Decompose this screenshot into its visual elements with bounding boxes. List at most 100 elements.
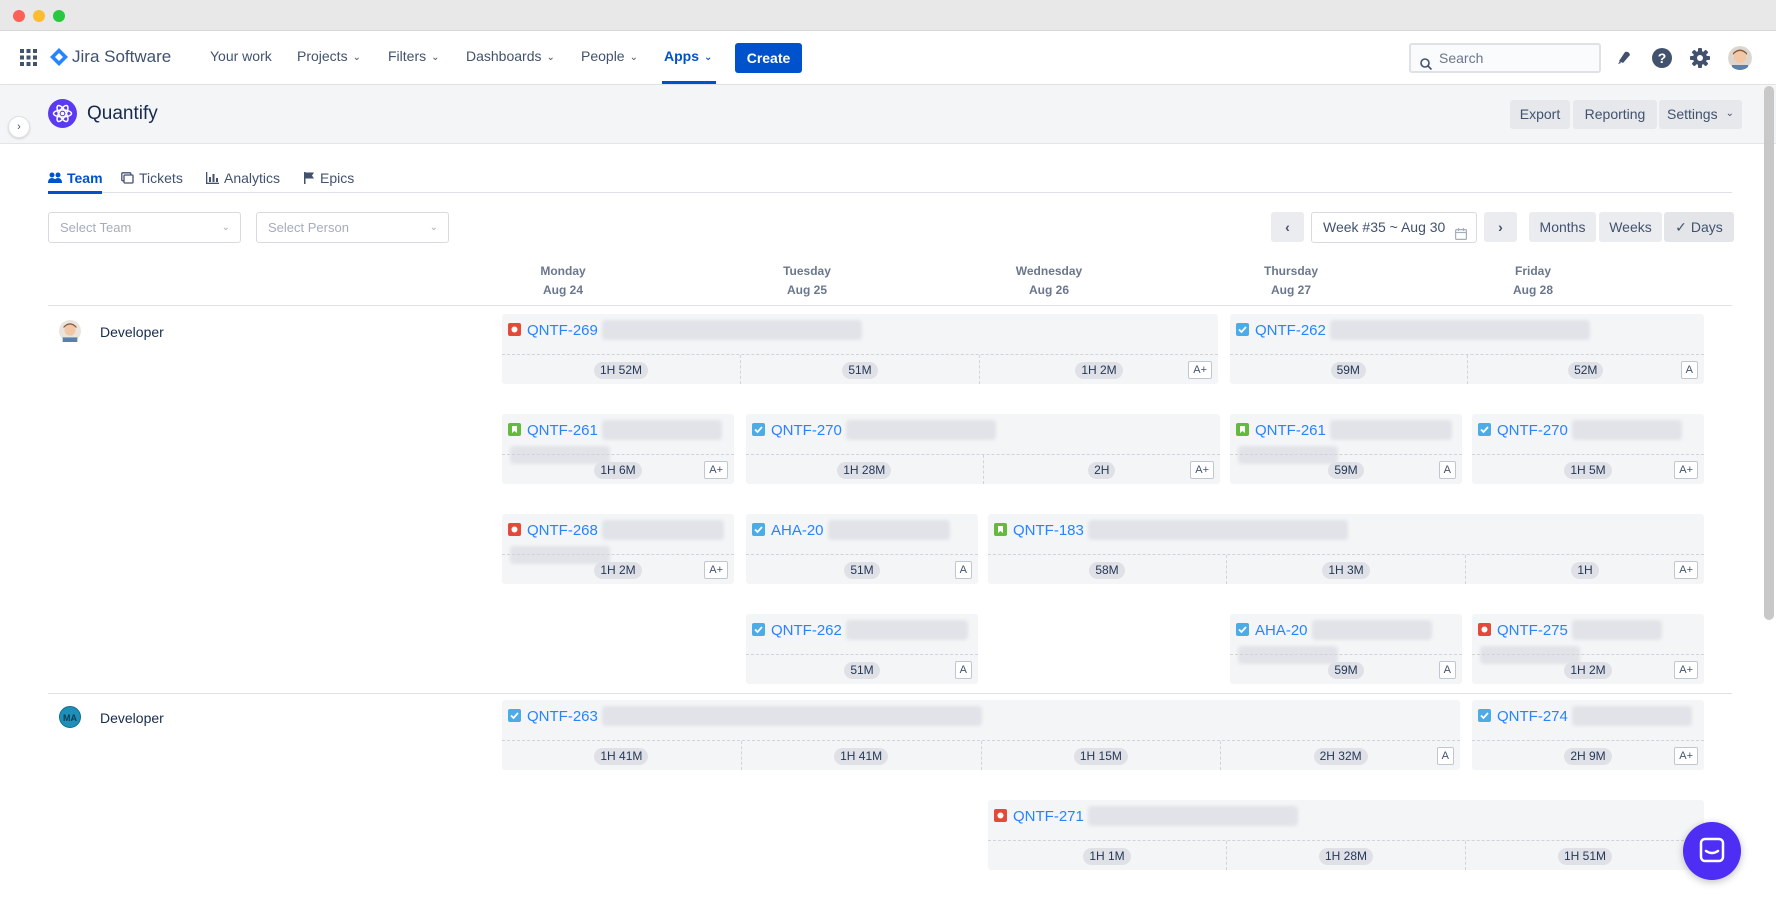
gear-icon[interactable] — [1688, 46, 1712, 70]
issue-time-row: 1H 5M A+ — [1472, 454, 1704, 484]
issue-card[interactable]: QNTF-261 1H 6M A+ — [502, 414, 734, 484]
add-worklog-button[interactable]: A — [1438, 461, 1456, 479]
issue-key-link[interactable]: QNTF-271 — [1013, 808, 1084, 825]
help-icon[interactable]: ? — [1650, 46, 1674, 70]
close-window-button[interactable] — [13, 10, 25, 22]
issue-key-link[interactable]: QNTF-263 — [527, 708, 598, 725]
logged-time-badge: 1H 1M — [1083, 848, 1131, 865]
minimize-window-button[interactable] — [33, 10, 45, 22]
nav-dashboards[interactable]: Dashboards ⌄ — [466, 48, 555, 64]
issue-key-link[interactable]: QNTF-275 — [1497, 622, 1568, 639]
story-icon — [1236, 423, 1249, 436]
issue-summary-redacted — [1087, 520, 1348, 540]
issue-card[interactable]: QNTF-262 51M A — [746, 614, 978, 684]
issue-key-link[interactable]: QNTF-270 — [771, 422, 842, 439]
tab-analytics[interactable]: Analytics — [206, 170, 280, 186]
select-team-dropdown[interactable]: Select Team ⌄ — [48, 212, 241, 243]
grid-icon[interactable] — [20, 49, 37, 66]
nav-people-label: People — [581, 48, 625, 64]
notification-icon[interactable] — [1612, 46, 1636, 70]
nav-your-work[interactable]: Your work — [210, 48, 272, 64]
bug-icon — [1478, 623, 1491, 636]
expand-sidebar-button[interactable]: › — [8, 116, 30, 138]
logged-time-badge: 51M — [842, 362, 878, 379]
issue-card[interactable]: QNTF-262 59M 52M A — [1230, 314, 1704, 384]
add-worklog-button[interactable]: A — [1438, 661, 1456, 679]
months-view-button[interactable]: Months — [1529, 212, 1596, 242]
tab-team[interactable]: Team — [48, 170, 103, 186]
tab-team-label: Team — [67, 170, 103, 186]
issue-key-link[interactable]: QNTF-274 — [1497, 708, 1568, 725]
add-worklog-button[interactable]: A — [954, 661, 972, 679]
issue-card[interactable]: QNTF-270 1H 28M 2H A+ — [746, 414, 1220, 484]
search-input[interactable]: Search — [1409, 43, 1601, 73]
jira-logo-icon[interactable] — [50, 48, 68, 66]
issue-key-link[interactable]: QNTF-261 — [1255, 422, 1326, 439]
issue-card[interactable]: QNTF-269 1H 52M 51M 1H 2M A+ — [502, 314, 1218, 384]
add-worklog-button[interactable]: A+ — [704, 561, 728, 579]
previous-week-button[interactable]: ‹ — [1271, 212, 1304, 242]
issue-key-link[interactable]: QNTF-261 — [527, 422, 598, 439]
issue-key-link[interactable]: AHA-20 — [1255, 622, 1308, 639]
scrollbar[interactable] — [1764, 86, 1774, 620]
nav-filters[interactable]: Filters ⌄ — [388, 48, 440, 64]
create-button[interactable]: Create — [735, 43, 802, 73]
issue-card[interactable]: QNTF-271 1H 1M 1H 28M 1H 51M — [988, 800, 1704, 870]
add-worklog-button[interactable]: A — [1436, 747, 1454, 765]
issue-card[interactable]: AHA-20 59M A — [1230, 614, 1462, 684]
task-icon — [1236, 623, 1249, 636]
issue-key-link[interactable]: QNTF-268 — [527, 522, 598, 539]
weeks-view-button[interactable]: Weeks — [1599, 212, 1662, 242]
zoom-window-button[interactable] — [53, 10, 65, 22]
issue-card[interactable]: QNTF-270 1H 5M A+ — [1472, 414, 1704, 484]
add-worklog-button[interactable]: A+ — [704, 461, 728, 479]
issue-card[interactable]: QNTF-263 1H 41M 1H 41M 1H 15M 2H 32M A — [502, 700, 1460, 770]
tab-tickets[interactable]: Tickets — [121, 170, 183, 186]
avatar: MA — [59, 706, 81, 728]
add-worklog-button[interactable]: A+ — [1190, 461, 1214, 479]
week-picker-field[interactable]: Week #35 ~ Aug 30 — [1311, 212, 1477, 243]
people-icon — [48, 172, 62, 183]
issue-card[interactable]: QNTF-274 2H 9M A+ — [1472, 700, 1704, 770]
settings-button[interactable]: Settings ⌄ — [1659, 100, 1742, 129]
issue-key-link[interactable]: QNTF-262 — [1255, 322, 1326, 339]
add-worklog-button[interactable]: A — [954, 561, 972, 579]
add-worklog-button[interactable]: A+ — [1188, 361, 1212, 379]
chat-button[interactable] — [1683, 822, 1741, 880]
issue-card[interactable]: QNTF-268 1H 2M A+ — [502, 514, 734, 584]
day-time-cell: 2H 9M A+ — [1472, 741, 1704, 770]
issue-time-row: 1H 52M 51M 1H 2M A+ — [502, 354, 1218, 384]
issue-card[interactable]: QNTF-261 59M A — [1230, 414, 1462, 484]
issue-time-row: 1H 2M A+ — [502, 554, 734, 584]
nav-apps[interactable]: Apps ⌄ — [664, 48, 712, 64]
select-person-dropdown[interactable]: Select Person ⌄ — [256, 212, 449, 243]
issue-card[interactable]: QNTF-275 1H 2M A+ — [1472, 614, 1704, 684]
reporting-button[interactable]: Reporting — [1573, 100, 1657, 129]
issue-summary-redacted — [827, 520, 950, 540]
logged-time-badge: 2H 32M — [1313, 748, 1368, 765]
issue-time-row: 51M A — [746, 554, 978, 584]
export-button[interactable]: Export — [1510, 100, 1570, 129]
nav-projects[interactable]: Projects ⌄ — [297, 48, 361, 64]
nav-people[interactable]: People ⌄ — [581, 48, 638, 64]
add-worklog-button[interactable]: A+ — [1674, 661, 1698, 679]
issue-key-link[interactable]: QNTF-270 — [1497, 422, 1568, 439]
product-name[interactable]: Jira Software — [72, 47, 171, 67]
issue-key-link[interactable]: QNTF-262 — [771, 622, 842, 639]
issue-card[interactable]: AHA-20 51M A — [746, 514, 978, 584]
days-view-button[interactable]: ✓ Days — [1664, 212, 1734, 242]
avatar[interactable] — [1728, 46, 1752, 70]
next-week-button[interactable]: › — [1484, 212, 1517, 242]
issue-key-link[interactable]: AHA-20 — [771, 522, 824, 539]
issue-card[interactable]: QNTF-183 58M 1H 3M 1H A+ — [988, 514, 1704, 584]
add-worklog-button[interactable]: A+ — [1674, 561, 1698, 579]
add-worklog-button[interactable]: A+ — [1674, 461, 1698, 479]
tab-epics[interactable]: Epics — [304, 170, 354, 186]
add-worklog-button[interactable]: A — [1680, 361, 1698, 379]
issue-key-link[interactable]: QNTF-269 — [527, 322, 598, 339]
select-person-placeholder: Select Person — [268, 220, 349, 235]
add-worklog-button[interactable]: A+ — [1674, 747, 1698, 765]
issue-key-link[interactable]: QNTF-183 — [1013, 522, 1084, 539]
chevron-right-icon: › — [17, 121, 21, 133]
day-time-cell: 1H 2M A+ — [1472, 655, 1704, 684]
